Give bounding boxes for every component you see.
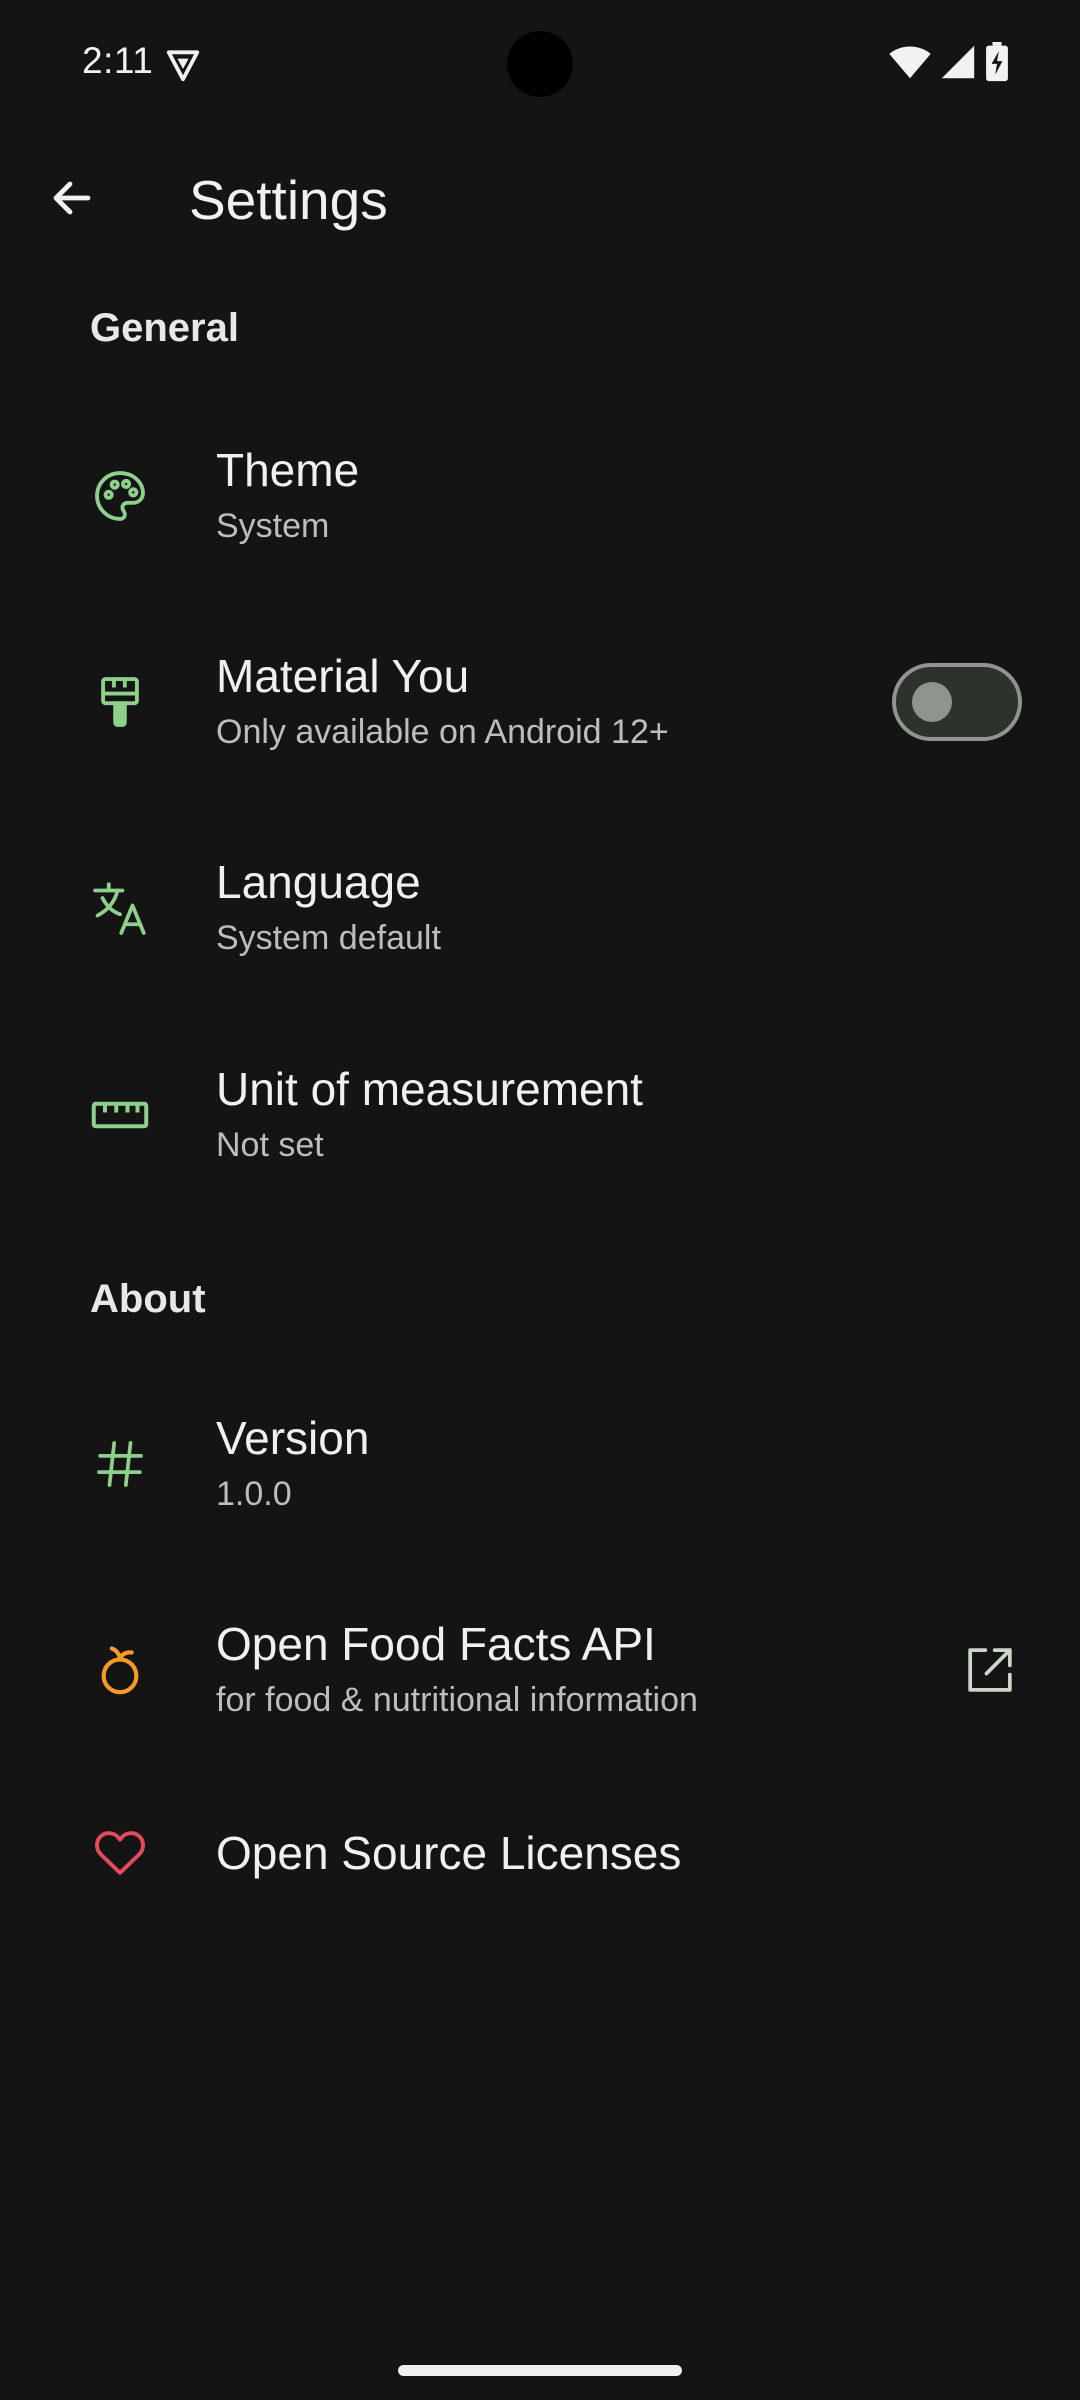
section-header-general: General [90, 306, 239, 350]
setting-text: Open Source Licenses [216, 1825, 681, 1881]
hashtag-icon [85, 1429, 155, 1499]
setting-title: Language [216, 856, 421, 908]
cellular-signal-icon [940, 44, 976, 85]
page-title: Settings [189, 169, 388, 231]
setting-title: Material You [216, 650, 470, 702]
setting-text: Open Food Facts API for food & nutrition… [216, 1616, 698, 1724]
setting-subtitle: Only available on Android 12+ [216, 713, 669, 751]
setting-subtitle: 1.0.0 [216, 1475, 292, 1513]
paint-brush-icon [85, 667, 155, 737]
vpn-shield-icon [164, 46, 202, 84]
setting-subtitle: for food & nutritional information [216, 1681, 698, 1719]
setting-title: Unit of measurement [216, 1063, 643, 1115]
setting-text: Version 1.0.0 [216, 1410, 369, 1518]
gesture-navigation-handle[interactable] [398, 2365, 682, 2376]
setting-version[interactable]: Version 1.0.0 [0, 1366, 1080, 1562]
setting-title: Version [216, 1412, 370, 1464]
app-bar: Settings [0, 140, 1080, 260]
battery-charging-icon [984, 41, 1010, 87]
toggle-knob [912, 682, 952, 722]
setting-unit-of-measurement[interactable]: Unit of measurement Not set [0, 1017, 1080, 1213]
palette-icon [85, 461, 155, 531]
ruler-icon [85, 1080, 155, 1150]
setting-subtitle: Not set [216, 1126, 324, 1164]
setting-open-food-facts[interactable]: Open Food Facts API for food & nutrition… [0, 1572, 1080, 1768]
status-time: 2:11 [82, 40, 154, 81]
status-icons [888, 41, 1010, 87]
open-external-icon[interactable] [960, 1640, 1020, 1700]
setting-theme[interactable]: Theme System [0, 398, 1080, 594]
setting-text: Material You Only available on Android 1… [216, 648, 669, 756]
setting-text: Language System default [216, 854, 441, 962]
arrow-back-icon [48, 174, 96, 227]
setting-title: Open Source Licenses [216, 1827, 682, 1879]
setting-language[interactable]: Language System default [0, 810, 1080, 1006]
translate-icon [85, 873, 155, 943]
status-bar: 2:11 [0, 0, 1080, 128]
setting-open-source-licenses[interactable]: Open Source Licenses [0, 1758, 1080, 1948]
wifi-icon [888, 44, 932, 85]
setting-subtitle: System default [216, 919, 441, 957]
heart-icon [85, 1818, 155, 1888]
setting-title: Theme [216, 444, 360, 496]
setting-title: Open Food Facts API [216, 1618, 656, 1670]
section-header-about: About [90, 1277, 206, 1321]
back-button[interactable] [30, 158, 114, 242]
material-you-toggle[interactable] [892, 663, 1022, 741]
setting-subtitle: System [216, 507, 330, 545]
setting-text: Unit of measurement Not set [216, 1061, 643, 1169]
orange-fruit-icon [85, 1635, 155, 1705]
camera-cutout [507, 31, 573, 97]
settings-screen: 2:11 Settings General Theme System Mater… [0, 0, 1080, 2400]
setting-text: Theme System [216, 442, 359, 550]
setting-material-you[interactable]: Material You Only available on Android 1… [0, 604, 1080, 800]
